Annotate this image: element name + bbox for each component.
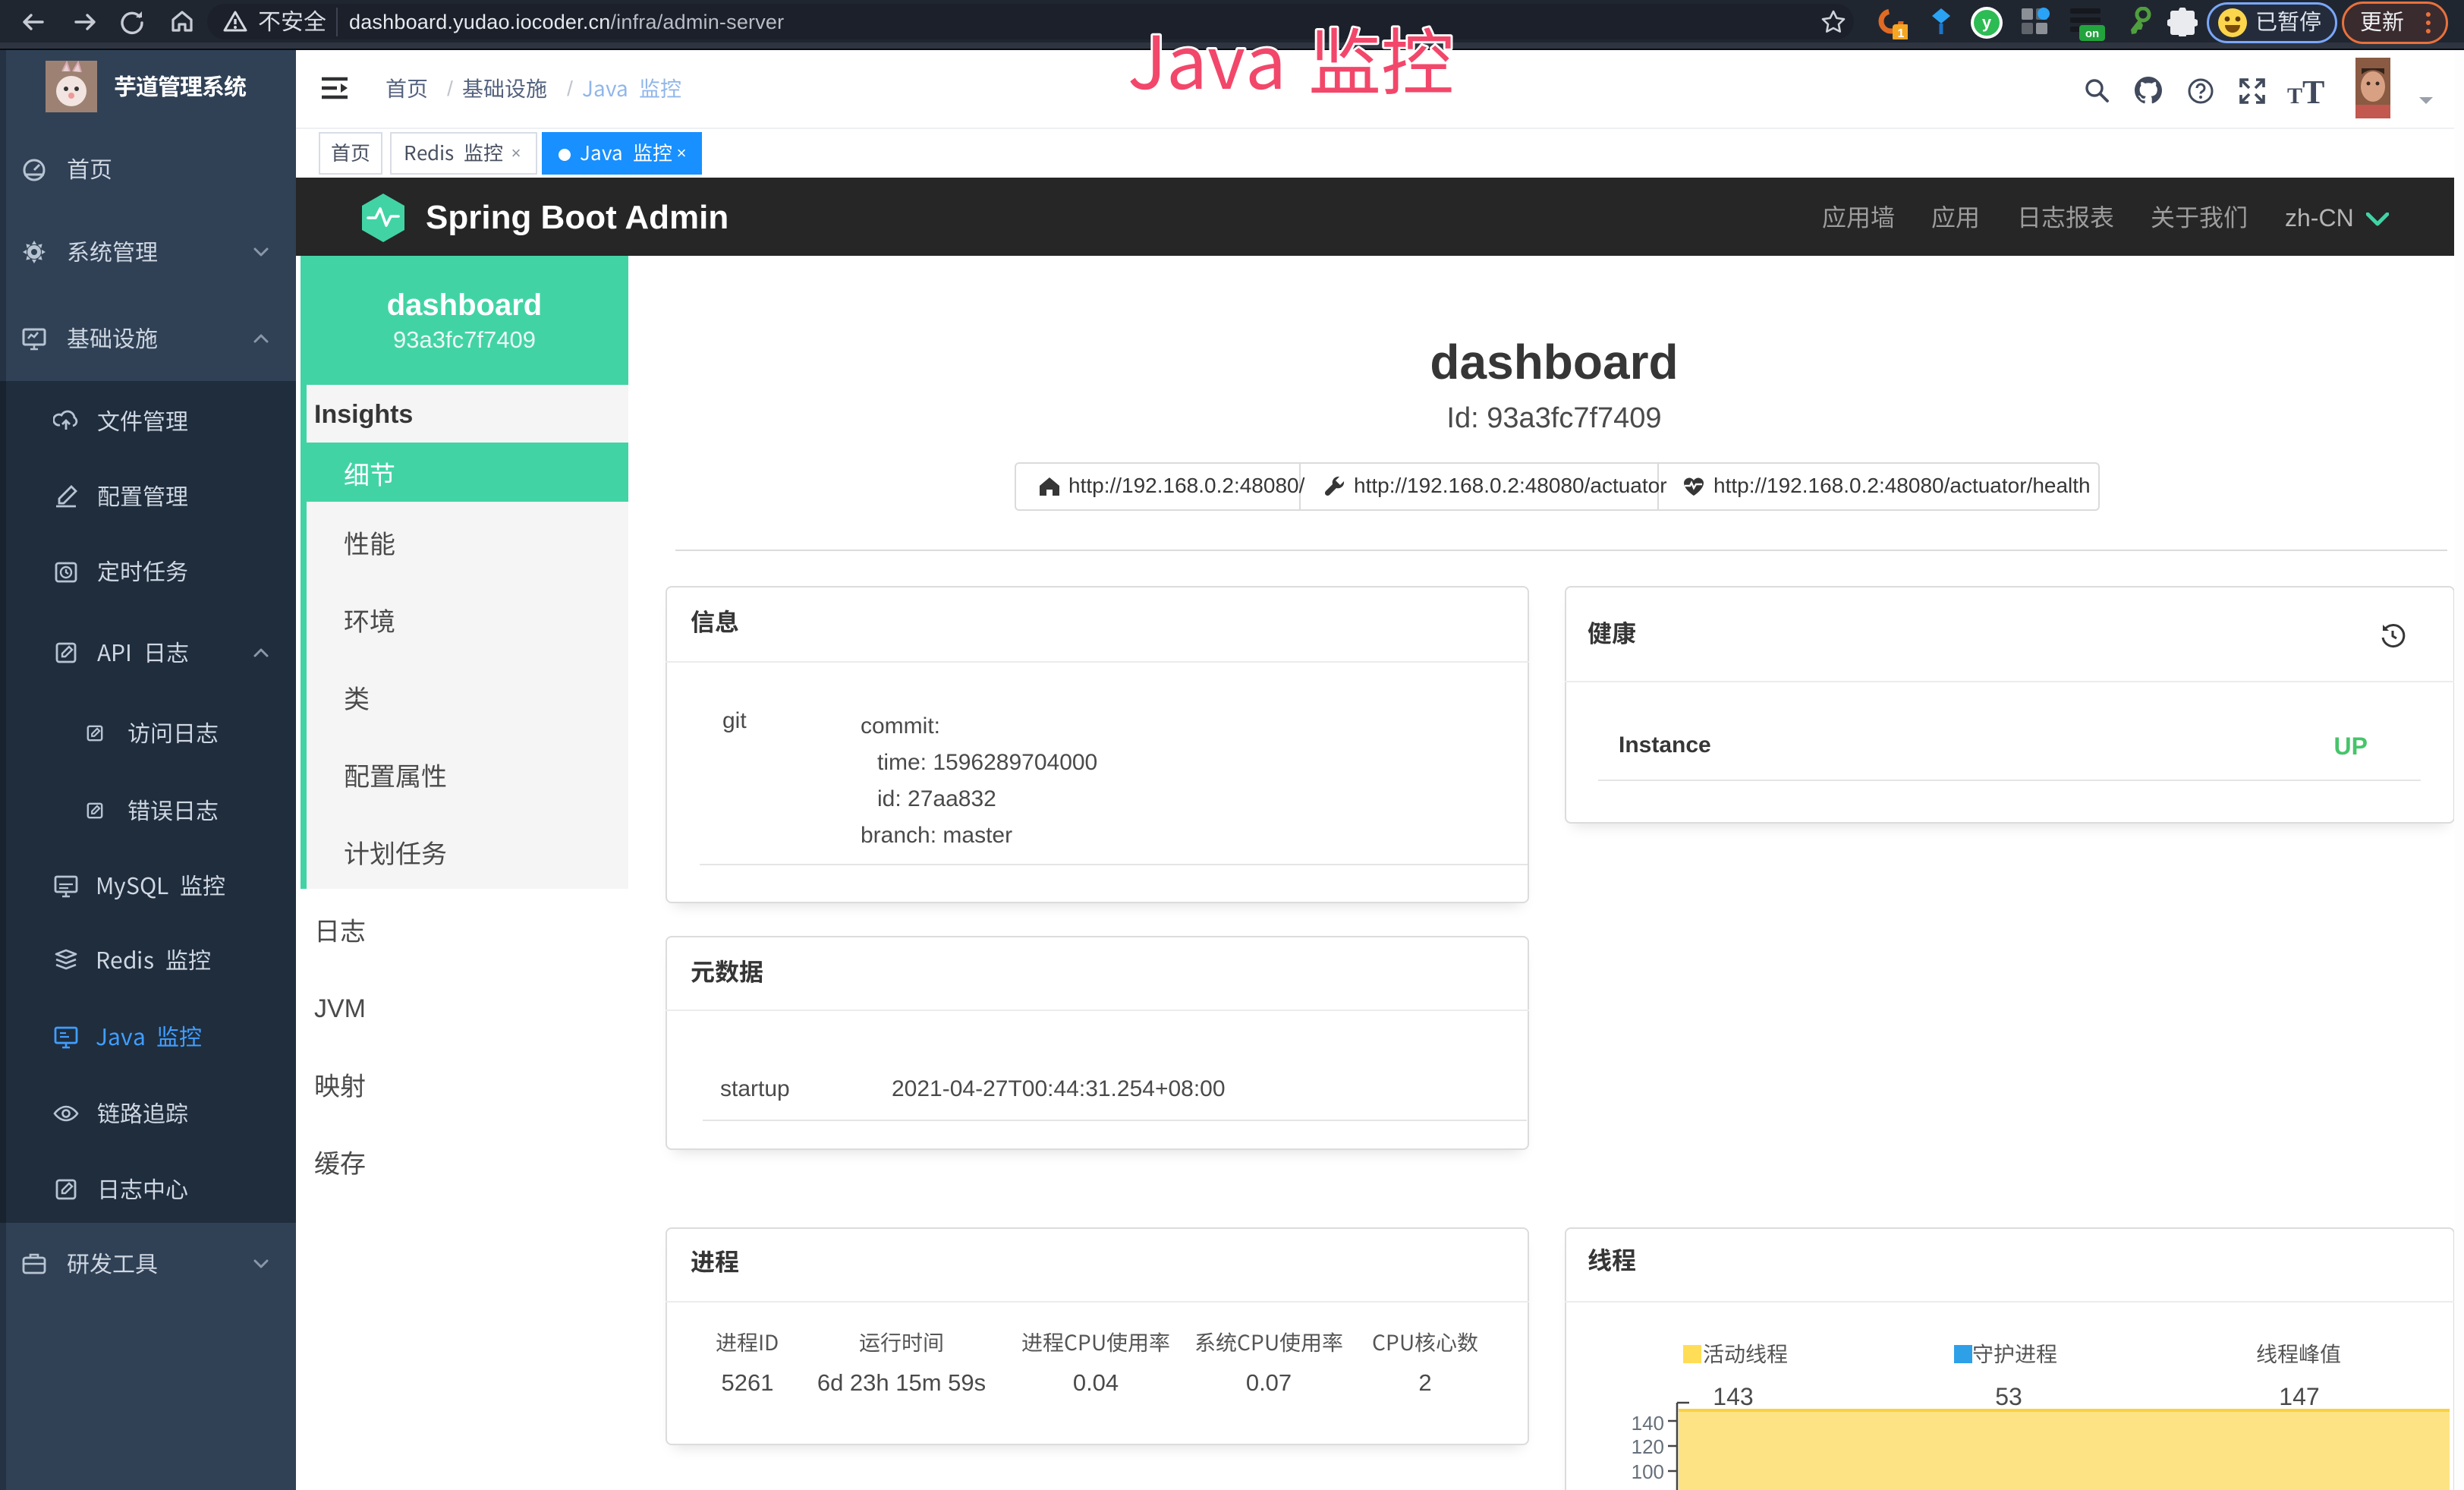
svg-text:y: y [1982,13,1992,32]
svg-text:1: 1 [1898,27,1905,39]
svg-text:on: on [2085,27,2099,40]
